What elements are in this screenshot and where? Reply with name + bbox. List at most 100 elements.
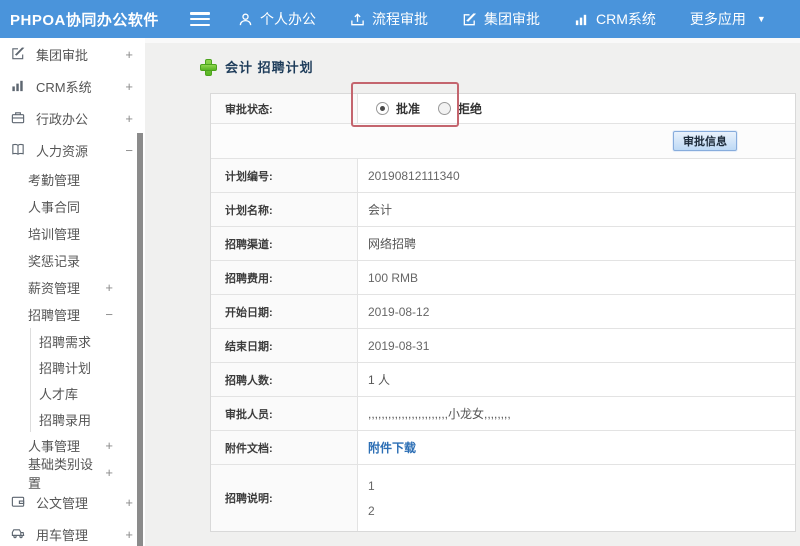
sidebar-item-base-category[interactable]: 基础类别设置 + xyxy=(0,457,145,491)
collapse-icon[interactable]: − xyxy=(105,307,113,322)
plan-name-value: 会计 xyxy=(368,203,393,217)
sidebar-item-talent-pool[interactable]: 人才库 xyxy=(31,380,145,406)
chart-icon xyxy=(10,78,27,94)
menu-toggle-icon[interactable] xyxy=(190,12,210,26)
radio-button-icon[interactable] xyxy=(438,102,452,115)
sidebar-scrollbar[interactable] xyxy=(137,133,143,546)
table-row: 招聘说明: 1 2 xyxy=(211,465,795,531)
field-label: 招聘人数: xyxy=(211,363,358,396)
expand-icon[interactable]: + xyxy=(105,465,113,480)
chart-icon xyxy=(574,12,589,27)
sidebar-item-group-approval[interactable]: 集团审批 + xyxy=(0,38,145,70)
field-label: 附件文档: xyxy=(211,431,358,464)
sidebar-item-salary[interactable]: 薪资管理 + xyxy=(0,274,145,301)
end-date-value: 2019-08-31 xyxy=(368,338,430,353)
nav-crm-system[interactable]: CRM系统 xyxy=(574,9,656,29)
edit-icon xyxy=(462,12,477,27)
page-title: 会计 招聘计划 xyxy=(225,60,314,75)
sidebar-item-recruit-hire[interactable]: 招聘录用 xyxy=(31,406,145,432)
expand-icon[interactable]: + xyxy=(125,47,133,62)
sidebar-item-label: 公文管理 xyxy=(36,495,89,511)
nav-workflow-approval[interactable]: 流程审批 xyxy=(350,9,428,29)
sidebar-item-label: 薪资管理 xyxy=(28,281,81,296)
table-row: 招聘费用: 100 RMB xyxy=(211,261,795,295)
field-label: 审批人员: xyxy=(211,397,358,430)
table-row: 审批人员: ,,,,,,,,,,,,,,,,,,,,,,,,小龙女,,,,,,,… xyxy=(211,397,795,431)
add-icon[interactable] xyxy=(200,59,217,76)
sidebar-item-label: 培训管理 xyxy=(28,227,81,242)
document-icon xyxy=(10,494,27,510)
nav-personal-office[interactable]: 个人办公 xyxy=(238,9,316,29)
sidebar-item-rewards[interactable]: 奖惩记录 xyxy=(0,247,145,274)
sidebar-item-label: 招聘管理 xyxy=(28,308,81,323)
approval-radio-group: 批准 拒绝 xyxy=(368,100,482,117)
expand-icon[interactable]: + xyxy=(125,495,133,510)
sidebar-item-attendance[interactable]: 考勤管理 xyxy=(0,166,145,193)
table-row: 招聘人数: 1 人 xyxy=(211,363,795,397)
expand-icon[interactable]: + xyxy=(125,527,133,542)
table-row: 招聘渠道: 网络招聘 xyxy=(211,227,795,261)
sidebar-item-admin-office[interactable]: 行政办公 + xyxy=(0,102,145,134)
expand-icon[interactable]: + xyxy=(105,280,113,295)
edit-icon xyxy=(10,46,27,62)
sidebar-item-label: 考勤管理 xyxy=(28,173,81,188)
sidebar-item-recruitment[interactable]: 招聘管理 − xyxy=(0,301,145,328)
attachment-download-link[interactable]: 附件下载 xyxy=(368,439,416,456)
sidebar-item-label: 用车管理 xyxy=(36,527,89,543)
top-nav: 个人办公 流程审批 集团审批 CRM系统 更多应用 ▼ xyxy=(238,9,766,29)
field-label: 计划编号: xyxy=(211,159,358,192)
fee-value: 100 RMB xyxy=(368,270,419,285)
nav-label: 更多应用 xyxy=(689,11,746,27)
sidebar-item-hr[interactable]: 人力资源 − xyxy=(0,134,145,166)
sidebar-item-recruit-demand[interactable]: 招聘需求 xyxy=(31,328,145,354)
expand-icon[interactable]: + xyxy=(125,111,133,126)
nav-more-apps[interactable]: 更多应用 ▼ xyxy=(690,9,766,29)
sidebar-item-label: 招聘需求 xyxy=(39,334,92,350)
field-label: 计划名称: xyxy=(211,193,358,226)
car-icon xyxy=(10,526,27,542)
field-label: 招聘费用: xyxy=(211,261,358,294)
radio-reject[interactable]: 拒绝 xyxy=(438,100,482,117)
radio-label: 拒绝 xyxy=(458,102,483,116)
sidebar-item-label: 招聘录用 xyxy=(39,412,92,428)
nav-label: 集团审批 xyxy=(484,11,540,27)
headcount-value: 1 人 xyxy=(368,373,391,387)
book-icon xyxy=(10,142,27,158)
main-content: 会计 招聘计划 审批状态: 批准 拒绝 审批信息 计划编号: 201908121… xyxy=(145,38,800,546)
sidebar-item-crm[interactable]: CRM系统 + xyxy=(0,70,145,102)
sidebar-item-hr-contract[interactable]: 人事合同 xyxy=(0,193,145,220)
sidebar-item-vehicles[interactable]: 用车管理 + xyxy=(0,518,145,546)
expand-icon[interactable]: + xyxy=(105,438,113,453)
sidebar-item-recruit-plan[interactable]: 招聘计划 xyxy=(31,354,145,380)
radio-button-icon[interactable] xyxy=(376,102,389,115)
table-row: 结束日期: 2019-08-31 xyxy=(211,329,795,363)
sidebar-item-label: 人力资源 xyxy=(36,143,89,159)
description-line: 1 xyxy=(368,478,375,493)
nav-group-approval[interactable]: 集团审批 xyxy=(462,9,540,29)
upload-icon xyxy=(350,12,365,27)
radio-approve[interactable]: 批准 xyxy=(376,100,420,117)
sidebar-item-label: 集团审批 xyxy=(36,47,89,63)
recruitment-plan-form: 审批状态: 批准 拒绝 审批信息 计划编号: 20190812111340 计划… xyxy=(210,93,796,532)
table-row: 附件文档: 附件下载 xyxy=(211,431,795,465)
field-label: 招聘说明: xyxy=(211,465,358,531)
collapse-icon[interactable]: − xyxy=(125,143,133,158)
person-icon xyxy=(238,12,253,27)
caret-down-icon: ▼ xyxy=(756,14,766,24)
approval-status-row: 审批状态: 批准 拒绝 xyxy=(211,94,795,124)
sidebar-item-label: 基础类别设置 xyxy=(28,456,94,491)
sidebar-item-label: 人事合同 xyxy=(28,200,81,215)
sidebar-item-label: 招聘计划 xyxy=(39,360,92,376)
sidebar-item-training[interactable]: 培训管理 xyxy=(0,220,145,247)
approval-info-button[interactable]: 审批信息 xyxy=(673,131,737,151)
nav-label: CRM系统 xyxy=(596,11,656,27)
expand-icon[interactable]: + xyxy=(125,79,133,94)
nav-label: 个人办公 xyxy=(260,11,316,27)
briefcase-icon xyxy=(10,110,27,126)
sidebar-item-label: 人才库 xyxy=(39,386,79,402)
radio-label: 批准 xyxy=(396,102,421,116)
field-label: 开始日期: xyxy=(211,295,358,328)
description-value: 1 2 xyxy=(358,465,795,531)
sidebar-item-label: 奖惩记录 xyxy=(28,254,81,269)
table-row: 开始日期: 2019-08-12 xyxy=(211,295,795,329)
